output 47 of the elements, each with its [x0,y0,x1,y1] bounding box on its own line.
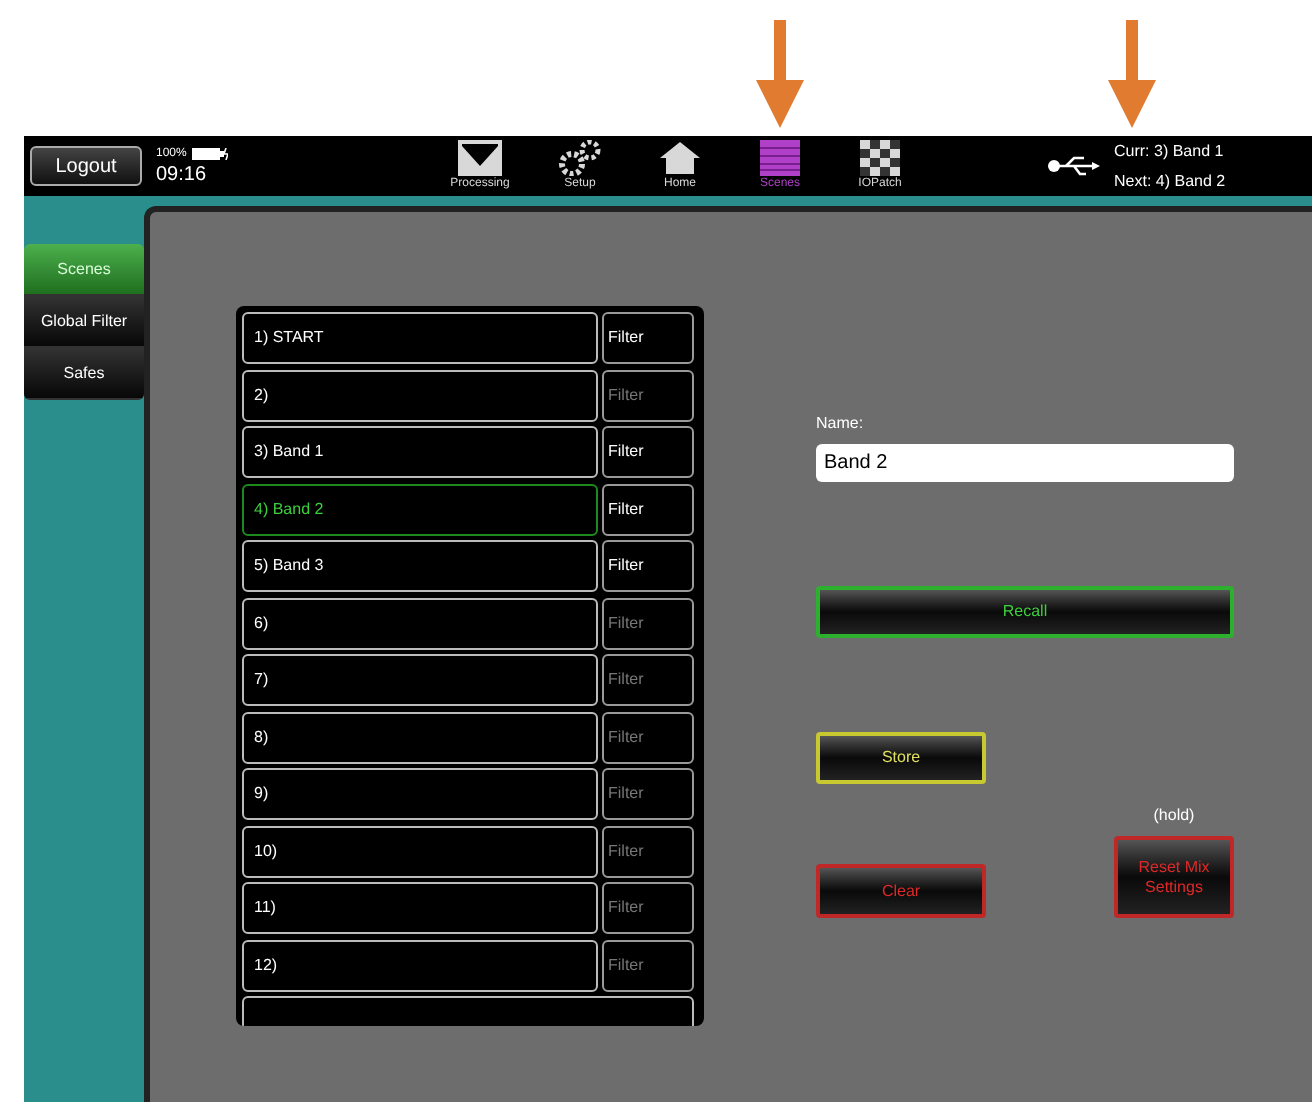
clock-time: 09:16 [156,163,209,187]
arrow-icon [756,20,804,128]
scene-slot[interactable]: 8) [242,711,598,763]
scene-slot[interactable]: 6) [242,597,598,649]
recall-button[interactable]: Recall [816,586,1234,638]
scene-slot[interactable]: 3) Band 1 [242,426,598,478]
filter-toggle[interactable]: Filter [602,654,694,706]
home-icon [658,140,702,176]
scene-slot[interactable]: 2) [242,369,598,421]
chart-icon [458,140,502,176]
name-label: Name: [816,412,866,436]
hold-note: (hold) [1153,804,1195,828]
filter-toggle[interactable]: Filter [602,882,694,934]
grid-icon [860,140,900,176]
filter-toggle[interactable]: Filter [602,312,694,364]
logout-button[interactable]: Logout [30,146,142,186]
scene-slot[interactable]: 7) [242,654,598,706]
scene-slot[interactable]: 4) Band 2 [242,483,598,535]
arrow-icon [1108,20,1156,128]
filter-toggle[interactable]: Filter [602,711,694,763]
scene-slot[interactable]: 10) [242,825,598,877]
scene-slot[interactable]: 5) Band 3 [242,540,598,592]
usb-icon [1048,156,1100,176]
filter-toggle[interactable]: Filter [602,768,694,820]
scene-slot[interactable]: 11) [242,882,598,934]
filter-toggle[interactable]: Filter [602,825,694,877]
scene-slot[interactable]: 12) [242,939,598,991]
next-scene: Next: 4) Band 2 [1114,171,1226,191]
clear-button[interactable]: Clear [816,864,986,918]
battery-icon [192,148,229,160]
reset-mix-button[interactable]: Reset Mix Settings [1114,836,1234,918]
filter-toggle[interactable]: Filter [602,540,694,592]
sidebar-tab[interactable]: Safes [24,348,144,400]
sidebar-tab[interactable]: Scenes [24,244,144,296]
stack-icon [758,140,802,176]
scene-slot[interactable]: 1) START [242,312,598,364]
filter-toggle[interactable]: Filter [602,426,694,478]
gears-icon [558,140,602,176]
current-scene: Curr: 3) Band 1 [1114,141,1226,161]
store-button[interactable]: Store [816,732,986,784]
filter-toggle[interactable]: Filter [602,939,694,991]
filter-toggle[interactable]: Filter [602,597,694,649]
name-field[interactable]: Band 2 [816,444,1234,482]
sidebar-tab[interactable]: Global Filter [24,296,144,348]
filter-toggle[interactable]: Filter [602,369,694,421]
filter-toggle[interactable]: Filter [602,483,694,535]
scene-slot[interactable]: 9) [242,768,598,820]
